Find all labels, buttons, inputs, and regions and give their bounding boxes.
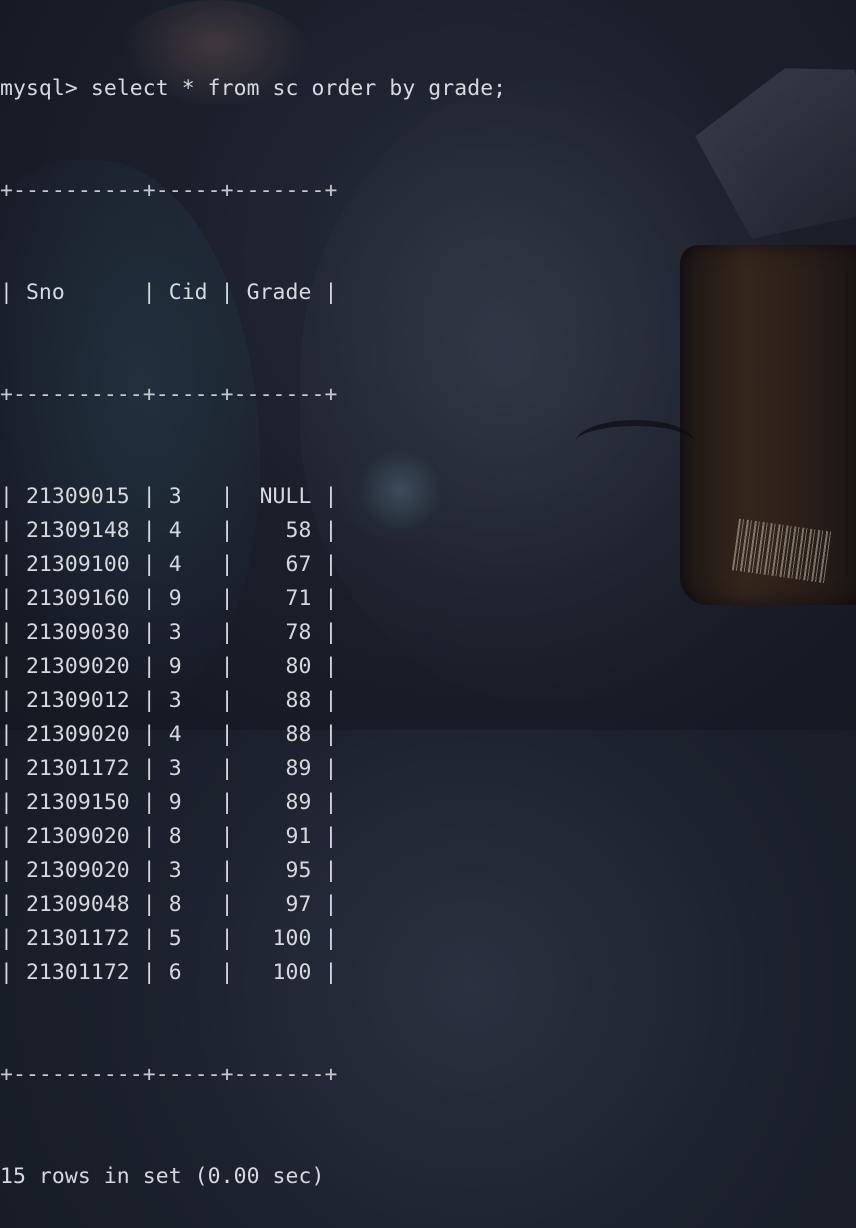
- table-row: | 21309048 | 8 | 97 |: [0, 892, 338, 917]
- table-row: | 21301172 | 5 | 100 |: [0, 926, 338, 951]
- table-row: | 21309030 | 3 | 78 |: [0, 620, 338, 645]
- table-header-row: | Sno | Cid | Grade |: [0, 280, 338, 305]
- table-row: | 21309020 | 8 | 91 |: [0, 824, 338, 849]
- table-row: | 21309160 | 9 | 71 |: [0, 586, 338, 611]
- table-border-bottom: +----------+-----+-------+: [0, 1062, 338, 1087]
- table-row: | 21309015 | 3 | NULL |: [0, 484, 338, 509]
- table-row: | 21309020 | 3 | 95 |: [0, 858, 338, 883]
- command-line[interactable]: mysql> select * from sc order by grade;: [0, 72, 856, 106]
- table-row: | 21309020 | 9 | 80 |: [0, 654, 338, 679]
- sql-command: select * from sc order by grade;: [90, 76, 507, 101]
- mysql-prompt: mysql>: [0, 76, 91, 101]
- terminal-output[interactable]: mysql> select * from sc order by grade; …: [0, 4, 856, 1228]
- table-row: | 21301172 | 3 | 89 |: [0, 756, 338, 781]
- table-row: | 21309020 | 4 | 88 |: [0, 722, 338, 747]
- table-row: | 21309150 | 9 | 89 |: [0, 790, 338, 815]
- table-row: | 21301172 | 6 | 100 |: [0, 960, 338, 985]
- table-row: | 21309100 | 4 | 67 |: [0, 552, 338, 577]
- table-body: | 21309015 | 3 | NULL | | 21309148 | 4 | …: [0, 480, 856, 990]
- table-border-top: +----------+-----+-------+: [0, 178, 338, 203]
- table-row: | 21309012 | 3 | 88 |: [0, 688, 338, 713]
- table-border-mid: +----------+-----+-------+: [0, 382, 338, 407]
- result-status: 15 rows in set (0.00 sec): [0, 1164, 325, 1189]
- table-row: | 21309148 | 4 | 58 |: [0, 518, 338, 543]
